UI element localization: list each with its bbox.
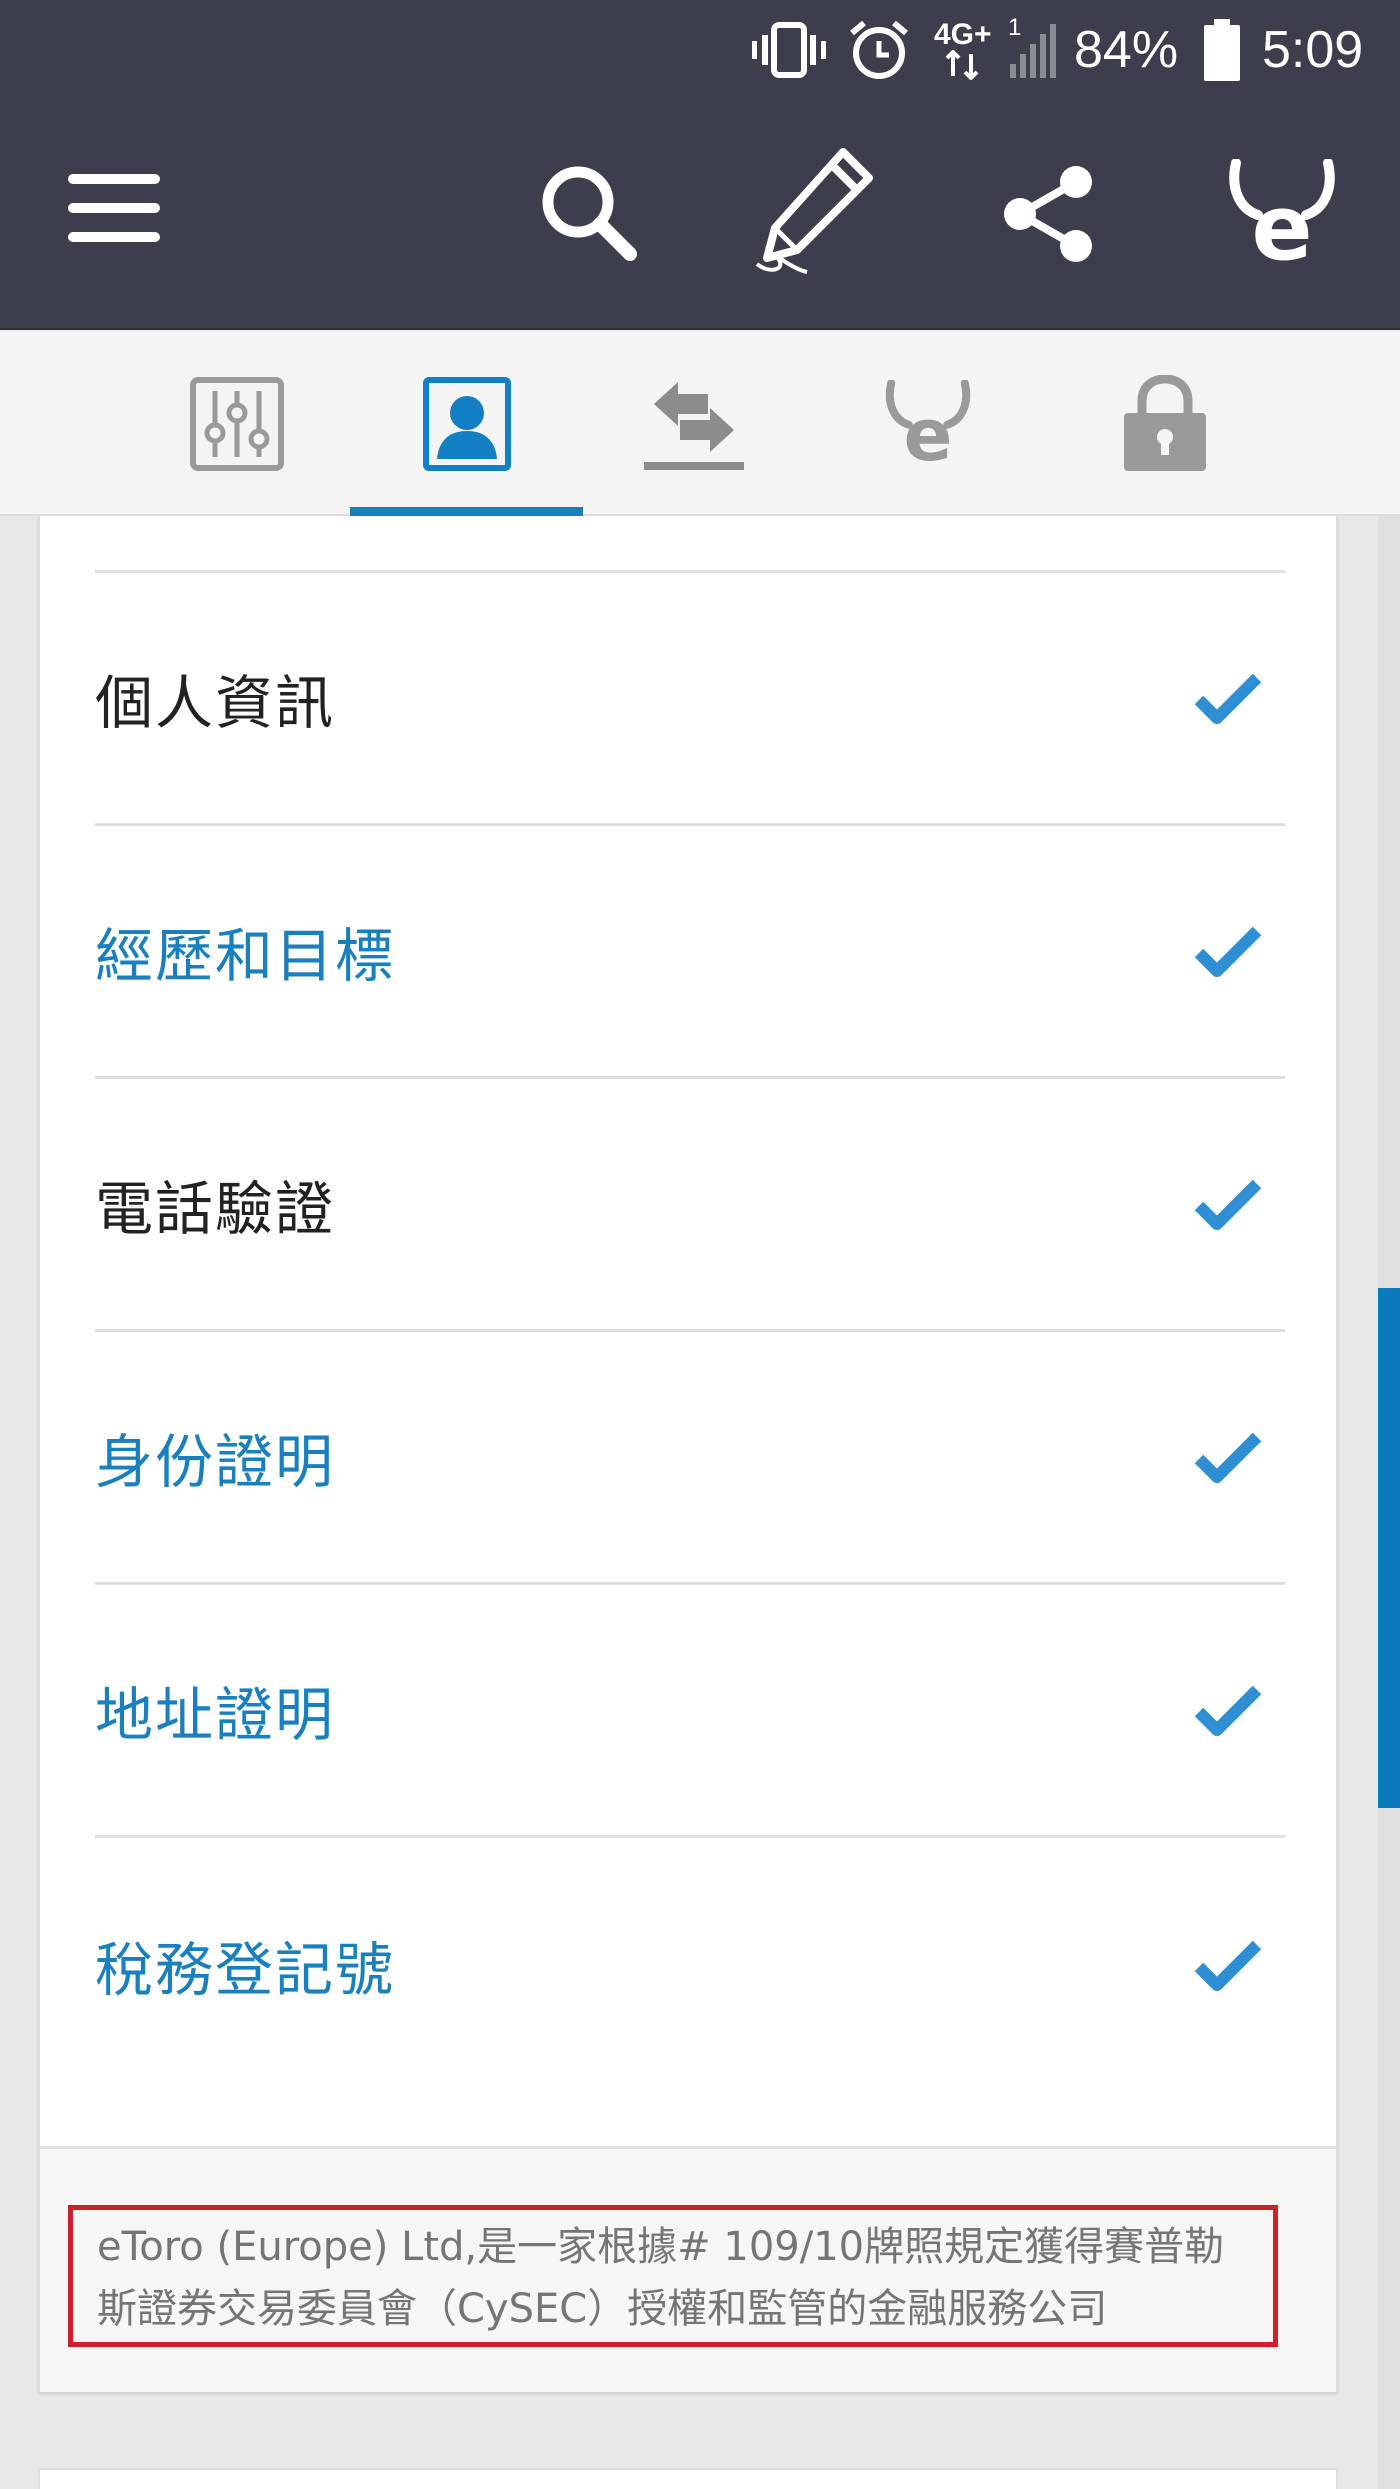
list-item-personal-info[interactable]: 個人資訊	[95, 573, 1285, 826]
share-icon[interactable]	[998, 162, 1098, 266]
list-item-label: 個人資訊	[95, 669, 336, 737]
list-item-proof-of-identity[interactable]: 身份證明	[95, 1332, 1285, 1585]
list-item-proof-of-address[interactable]: 地址證明	[95, 1585, 1285, 1838]
scrollbar-thumb[interactable]	[1378, 1288, 1400, 1808]
battery-percent: 84%	[1074, 21, 1179, 79]
check-icon	[1194, 1940, 1262, 1991]
check-icon	[1194, 1685, 1262, 1736]
app-header: e	[0, 100, 1400, 330]
regulatory-disclaimer: eToro (Europe) Ltd,是一家根據# 109/10牌照規定獲得賽普…	[68, 2205, 1278, 2347]
signal-icon: 1	[1006, 14, 1056, 80]
list-item-label: 身份證明	[95, 1428, 336, 1496]
tab-security[interactable]	[1100, 331, 1230, 516]
svg-text:e: e	[904, 393, 953, 468]
check-icon	[1194, 673, 1262, 724]
network-icon: 4G+	[934, 20, 992, 80]
etoro-icon: e	[885, 379, 971, 468]
check-icon	[1194, 1179, 1262, 1230]
verification-card: 個人資訊 經歷和目標 電話驗證 身份證明 地址證明 稅務登記號 eToro (E…	[38, 516, 1338, 2392]
next-card	[38, 2468, 1338, 2489]
status-bar: 4G+ 1 84% 5:09	[0, 0, 1400, 100]
list-item-label: 經歷和目標	[95, 922, 396, 990]
list-item-tax-id[interactable]: 稅務登記號	[95, 1838, 1285, 2091]
transfer-icon	[644, 381, 744, 470]
check-icon	[1194, 1432, 1262, 1483]
alarm-icon	[848, 19, 910, 81]
list-item-phone-verification[interactable]: 電話驗證	[95, 1079, 1285, 1332]
lock-icon	[1124, 374, 1206, 471]
list-item-label: 地址證明	[95, 1681, 336, 1749]
tab-profile[interactable]	[350, 331, 583, 516]
check-icon	[1194, 926, 1262, 977]
active-tab-indicator	[350, 507, 583, 516]
list-item-label: 稅務登記號	[95, 1935, 396, 2004]
svg-text:e: e	[1251, 176, 1312, 269]
tab-bar: e	[0, 331, 1400, 516]
sliders-icon	[190, 376, 284, 471]
tab-settings[interactable]	[164, 331, 310, 516]
disclaimer-line-1: eToro (Europe) Ltd,是一家根據# 109/10牌照規定獲得賽普…	[97, 2224, 1225, 2270]
vibrate-icon	[752, 21, 826, 79]
menu-icon[interactable]	[64, 168, 164, 248]
list-item-experience-goals[interactable]: 經歷和目標	[95, 826, 1285, 1079]
user-icon	[422, 376, 511, 471]
edit-icon[interactable]	[748, 142, 880, 282]
disclaimer-line-2: 斯證券交易委員會（CySEC）授權和監管的金融服務公司	[97, 2286, 1108, 2332]
etoro-logo-icon[interactable]: e	[1220, 158, 1344, 270]
list-item-label: 電話驗證	[95, 1175, 336, 1243]
tab-transfer[interactable]	[624, 331, 764, 516]
battery-icon	[1202, 19, 1242, 81]
clock: 5:09	[1262, 21, 1364, 79]
card-footer: eToro (Europe) Ltd,是一家根據# 109/10牌照規定獲得賽普…	[40, 2146, 1336, 2392]
search-icon[interactable]	[536, 160, 640, 264]
tab-etoro[interactable]: e	[860, 331, 996, 516]
